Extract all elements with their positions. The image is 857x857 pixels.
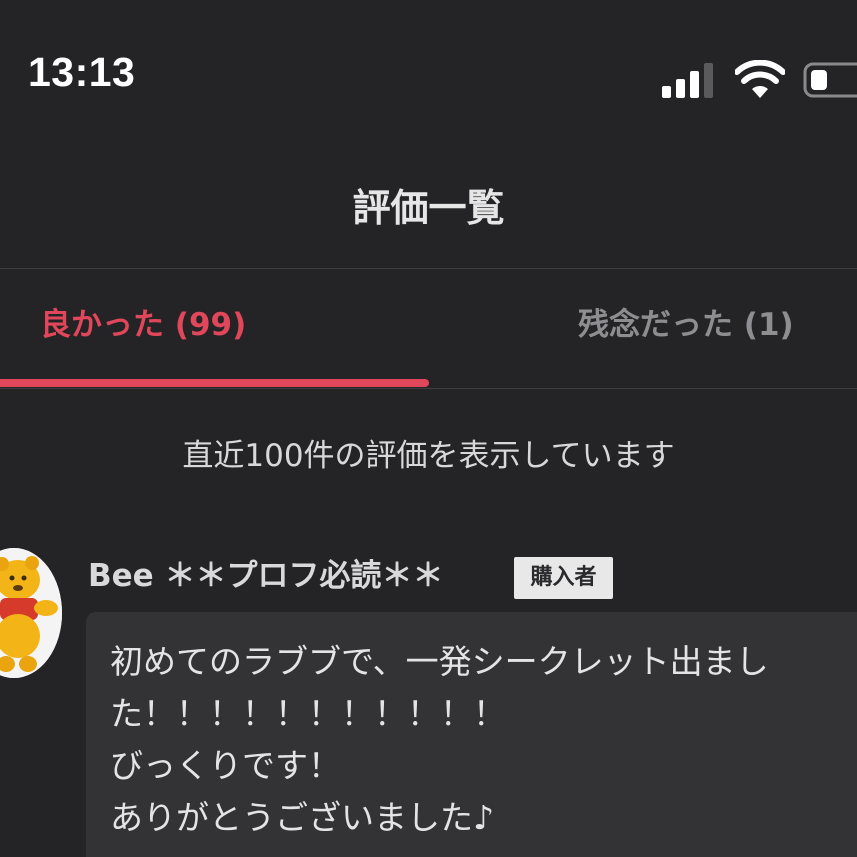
comment-line: びっくりです！ xyxy=(110,746,341,785)
tab-good-reviews[interactable]: 良かった (99) xyxy=(40,305,246,345)
wifi-icon xyxy=(735,60,785,98)
bear-character-icon xyxy=(0,548,62,678)
comment-line: ありがとうございました♪ xyxy=(110,798,495,837)
reviewer-name[interactable]: Bee ＊＊プロフ必読＊＊ xyxy=(88,556,443,596)
buyer-badge: 購入者 xyxy=(514,557,613,599)
comment-line: た！！！！！！！！！！！ xyxy=(110,694,506,733)
status-time: 13:13 xyxy=(28,49,136,95)
comment-line: 初めてのラブブで、一発シークレット出まし xyxy=(110,642,769,681)
screen: 13:13 評価一覧 良かった (99) 残念だった (1) 直近100件の評価… xyxy=(0,0,857,857)
signal-icon xyxy=(662,63,713,98)
active-tab-indicator xyxy=(0,379,429,387)
review-count-notice: 直近100件の評価を表示しています xyxy=(182,438,675,474)
page-title: 評価一覧 xyxy=(352,186,505,230)
avatar[interactable] xyxy=(0,548,62,678)
battery-icon xyxy=(803,62,857,98)
header-divider xyxy=(0,268,857,269)
tab-divider xyxy=(0,388,857,389)
tab-bad-reviews[interactable]: 残念だった (1) xyxy=(578,305,794,345)
